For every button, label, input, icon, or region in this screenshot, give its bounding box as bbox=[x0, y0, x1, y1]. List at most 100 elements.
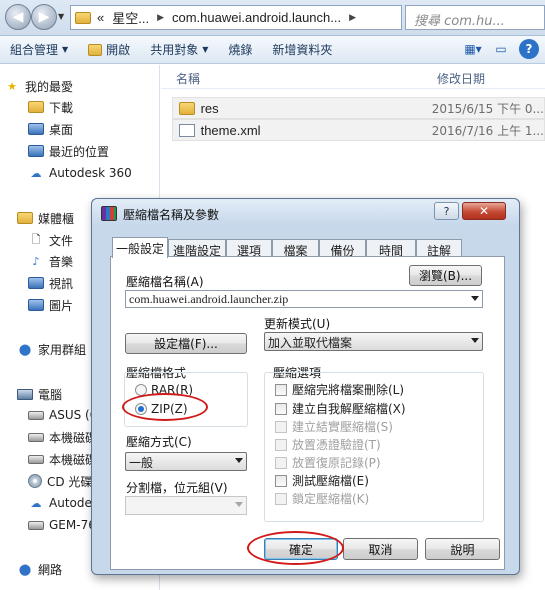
sidebar-item-local-disk-1[interactable]: 本機磁碟 bbox=[28, 427, 97, 447]
update-mode-select[interactable]: 加入並取代檔案 bbox=[264, 332, 483, 351]
option-label: 放置憑證驗證(T) bbox=[292, 438, 381, 452]
cancel-button[interactable]: 取消 bbox=[343, 538, 418, 560]
cloud-icon: ☁ bbox=[30, 166, 42, 180]
sidebar-item-music[interactable]: ♪ 音樂 bbox=[28, 251, 73, 271]
sidebar-item-recent[interactable]: 最近的位置 bbox=[28, 141, 109, 161]
file-date: 2015/6/15 下午 0... bbox=[431, 101, 544, 116]
picture-icon bbox=[28, 299, 44, 311]
chevron-right-icon[interactable]: ▶ bbox=[157, 12, 164, 23]
profiles-button[interactable]: 設定檔(F)... bbox=[125, 333, 247, 354]
column-modified[interactable]: 修改日期 bbox=[437, 70, 485, 87]
column-header: 名稱 修改日期 bbox=[161, 65, 545, 89]
sidebar-item-gem[interactable]: GEM-76 bbox=[28, 515, 96, 535]
option-test-archive-checkbox[interactable]: 測試壓縮檔(E) bbox=[275, 472, 369, 489]
file-row[interactable]: res 2015/6/15 下午 0... bbox=[172, 97, 545, 119]
option-sfx-checkbox[interactable]: 建立自我解壓縮檔(X) bbox=[275, 400, 406, 417]
checkbox-icon bbox=[275, 492, 287, 505]
split-volume-input[interactable] bbox=[125, 496, 247, 515]
dropdown-arrow-icon[interactable] bbox=[235, 458, 243, 463]
radio-selected-icon bbox=[135, 403, 147, 415]
file-name: res bbox=[200, 100, 219, 116]
back-button[interactable]: ◀ bbox=[5, 4, 31, 30]
radio-icon bbox=[135, 384, 147, 396]
tab-comment[interactable]: 註解 bbox=[416, 239, 462, 258]
recent-pages-dropdown-icon[interactable]: ▼ bbox=[58, 12, 64, 21]
address-segment-parent[interactable]: 星空... bbox=[112, 8, 149, 27]
sidebar-item-autodesk-drive[interactable]: ☁ Autode bbox=[28, 493, 92, 513]
tab-advanced[interactable]: 進階設定 bbox=[168, 239, 226, 258]
sidebar-item-downloads[interactable]: 下載 bbox=[28, 97, 73, 117]
sidebar-item-network[interactable]: ⬤ 網路 bbox=[17, 559, 62, 579]
dropdown-arrow-icon[interactable] bbox=[235, 502, 243, 507]
format-zip-radio[interactable]: ZIP(Z) bbox=[135, 402, 188, 416]
share-label: 共用對象 bbox=[150, 43, 199, 57]
new-folder-button[interactable]: 新增資料夾 bbox=[262, 38, 342, 62]
forward-button[interactable]: ▶ bbox=[31, 4, 57, 30]
option-label: 建立自我解壓縮檔(X) bbox=[292, 402, 406, 416]
open-label: 開啟 bbox=[106, 43, 131, 57]
title-close-button[interactable]: ✕ bbox=[462, 202, 506, 220]
sidebar-item-desktop[interactable]: 桌面 bbox=[28, 119, 73, 139]
sidebar-item-computer[interactable]: 電腦 bbox=[17, 384, 62, 404]
drive-icon bbox=[28, 410, 44, 420]
tab-time[interactable]: 時間 bbox=[366, 239, 416, 258]
organize-button[interactable]: 組合管理 ▼ bbox=[0, 38, 78, 62]
help-icon[interactable]: ? bbox=[519, 39, 539, 59]
checkbox-icon bbox=[275, 383, 287, 396]
computer-icon bbox=[17, 388, 33, 400]
address-input[interactable]: « 星空... ▶ com.huawei.android.launch... ▶ bbox=[70, 5, 402, 30]
xml-file-icon bbox=[179, 123, 195, 137]
search-input[interactable]: 搜尋 com.hu... bbox=[405, 5, 545, 30]
browse-button[interactable]: 瀏覽(B)... bbox=[409, 265, 482, 286]
tab-general[interactable]: 一般設定 bbox=[112, 237, 168, 258]
tab-options[interactable]: 選項 bbox=[226, 239, 272, 258]
sidebar-item-autodesk-360[interactable]: ☁ Autodesk 360 bbox=[28, 163, 132, 183]
burn-button[interactable]: 燒錄 bbox=[218, 38, 262, 62]
sidebar-item-drive-c[interactable]: ASUS (C bbox=[28, 405, 98, 425]
column-name[interactable]: 名稱 bbox=[176, 70, 200, 87]
dropdown-arrow-icon[interactable] bbox=[471, 296, 479, 301]
open-button[interactable]: 開啟 bbox=[78, 38, 140, 62]
sidebar-item-favorites[interactable]: ★ 我的最愛 bbox=[4, 76, 73, 96]
format-rar-radio[interactable]: RAR(R) bbox=[135, 383, 193, 397]
cd-icon bbox=[28, 474, 42, 488]
option-solid-checkbox[interactable]: 建立結實壓縮檔(S) bbox=[275, 418, 393, 435]
address-segment-current[interactable]: com.huawei.android.launch... bbox=[172, 10, 341, 25]
dropdown-arrow-icon[interactable] bbox=[471, 338, 479, 343]
sidebar-item-libraries[interactable]: 媒體櫃 bbox=[17, 208, 74, 228]
help-button[interactable]: 說明 bbox=[425, 538, 500, 560]
tab-files[interactable]: 檔案 bbox=[272, 239, 319, 258]
option-delete-after-checkbox[interactable]: 壓縮完將檔案刪除(L) bbox=[275, 381, 404, 398]
compression-method-select[interactable]: 一般 bbox=[125, 452, 247, 471]
recent-places-icon bbox=[28, 145, 44, 157]
option-authenticity-checkbox[interactable]: 放置憑證驗證(T) bbox=[275, 436, 381, 453]
sidebar-item-videos[interactable]: 視訊 bbox=[28, 273, 73, 293]
dialog-title: 壓縮檔名稱及參數 bbox=[123, 208, 220, 222]
archive-format-group bbox=[124, 372, 248, 427]
sidebar-item-pictures[interactable]: 圖片 bbox=[28, 295, 73, 315]
sidebar-label: 我的最愛 bbox=[25, 79, 74, 94]
share-button[interactable]: 共用對象 ▼ bbox=[140, 38, 218, 62]
sidebar-item-local-disk-2[interactable]: 本機磁碟 bbox=[28, 449, 97, 469]
sidebar-label: CD 光碟 bbox=[47, 474, 93, 489]
option-recovery-record-checkbox[interactable]: 放置復原記錄(P) bbox=[275, 454, 381, 471]
sidebar-label: Autodesk 360 bbox=[49, 166, 132, 180]
file-row[interactable]: theme.xml 2016/7/16 上午 1... bbox=[172, 119, 545, 141]
sidebar-item-homegroup[interactable]: ⬤ 家用群組 bbox=[17, 339, 86, 359]
sidebar-item-documents[interactable]: 🗋 文件 bbox=[28, 230, 73, 250]
sidebar-item-cd-drive[interactable]: CD 光碟 bbox=[28, 471, 92, 491]
preview-pane-icon[interactable]: ▭ bbox=[491, 39, 511, 59]
option-lock-archive-checkbox[interactable]: 鎖定壓縮檔(K) bbox=[275, 490, 369, 507]
dialog-title-bar[interactable]: 壓縮檔名稱及參數 ? ✕ bbox=[92, 199, 519, 227]
sidebar-label: 家用群組 bbox=[38, 342, 87, 357]
tab-backup[interactable]: 備份 bbox=[319, 239, 366, 258]
archive-name-input[interactable]: com.huawei.android.launcher.zip bbox=[125, 290, 483, 308]
sidebar-label: 網路 bbox=[38, 562, 63, 577]
view-options-icon[interactable]: ▦▾ bbox=[463, 39, 483, 59]
title-help-button[interactable]: ? bbox=[434, 202, 459, 220]
ok-button[interactable]: 確定 bbox=[264, 538, 338, 560]
address-overflow[interactable]: « bbox=[97, 10, 104, 25]
chevron-right-icon[interactable]: ▶ bbox=[349, 12, 356, 23]
sidebar-label: 本機磁碟 bbox=[49, 452, 98, 467]
sidebar-label: 下載 bbox=[49, 100, 74, 115]
